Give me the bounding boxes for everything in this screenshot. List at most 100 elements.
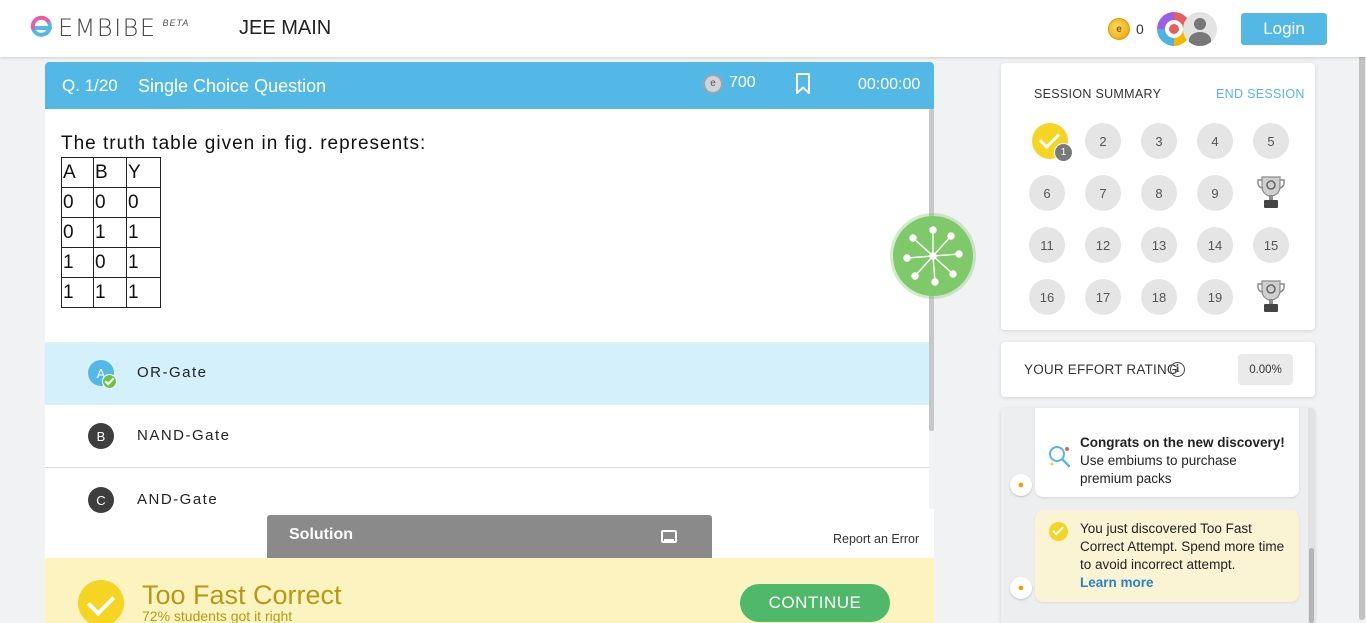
- discovery-message: Congrats on the new discovery! Use embiu…: [1035, 408, 1299, 497]
- avatar[interactable]: [1157, 12, 1217, 46]
- table-cell: 1: [61, 277, 94, 308]
- truth-table: A B Y 0 0 0 0 1 1 1 0 1 1 1 1: [61, 157, 161, 308]
- bulb-icon: ●: [1010, 577, 1032, 599]
- question-points: 700: [729, 74, 756, 91]
- table-cell: 1: [126, 247, 161, 278]
- embibe-logo-icon: [30, 15, 52, 37]
- question-node[interactable]: 2: [1085, 123, 1121, 159]
- table-cell: 1: [93, 217, 127, 248]
- table-row: 0 1 1: [61, 217, 161, 248]
- solution-tab[interactable]: Solution: [267, 515, 712, 558]
- report-error-link[interactable]: Report an Error: [833, 532, 919, 546]
- brand-name: EMBIBE: [58, 14, 157, 42]
- question-node[interactable]: 18: [1141, 279, 1177, 315]
- table-cell: 0: [61, 217, 94, 248]
- question-node[interactable]: 14: [1197, 227, 1233, 263]
- table-cell: 0: [93, 187, 127, 218]
- result-title: Too Fast Correct: [142, 580, 342, 610]
- question-node[interactable]: 12: [1085, 227, 1121, 263]
- question-node[interactable]: 13: [1141, 227, 1177, 263]
- result-subtitle: 72% students got it right: [142, 608, 293, 623]
- question-text: The truth table given in fig. represents…: [61, 133, 427, 154]
- table-cell: 1: [61, 247, 94, 278]
- question-node[interactable]: 4: [1197, 123, 1233, 159]
- table-row: A B Y: [61, 157, 161, 188]
- option-a[interactable]: A OR-Gate: [45, 342, 929, 405]
- question-node[interactable]: 6: [1029, 175, 1065, 211]
- question-node[interactable]: 7: [1085, 175, 1121, 211]
- table-cell: 1: [126, 277, 161, 308]
- question-header-bar: Q. 1/20 Single Choice Question e 700 00:…: [45, 62, 934, 109]
- fast-attempt-text: You just discovered Too Fast Correct Att…: [1080, 521, 1285, 572]
- exam-title: JEE MAIN: [239, 17, 332, 39]
- option-label: AND-Gate: [137, 491, 219, 508]
- option-b[interactable]: B NAND-Gate: [45, 405, 929, 468]
- table-cell: 1: [93, 277, 127, 308]
- trophy-icon: [1257, 176, 1285, 208]
- question-node[interactable]: 11: [1029, 227, 1065, 263]
- beta-badge: BETA: [162, 18, 190, 28]
- question-node[interactable]: 3: [1141, 123, 1177, 159]
- learn-more-link[interactable]: Learn more: [1080, 574, 1287, 592]
- table-cell: A: [61, 157, 94, 188]
- question-node[interactable]: 17: [1085, 279, 1121, 315]
- table-row: 1 0 1: [61, 247, 161, 278]
- question-number: Q. 1/20: [62, 76, 118, 95]
- bulb-icon: ●: [1010, 474, 1032, 496]
- question-card: Q. 1/20 Single Choice Question e 700 00:…: [45, 62, 934, 623]
- session-summary-title: SESSION SUMMARY: [1034, 87, 1162, 101]
- coin-count: 0: [1136, 21, 1144, 37]
- option-letter: C: [88, 487, 114, 513]
- effort-rating-card: YOUR EFFORT RATING i 0.00%: [1001, 342, 1315, 397]
- fast-attempt-message: You just discovered Too Fast Correct Att…: [1035, 510, 1299, 602]
- question-node[interactable]: 15: [1253, 227, 1289, 263]
- question-node[interactable]: 8: [1141, 175, 1177, 211]
- end-session-link[interactable]: END SESSION: [1216, 87, 1305, 101]
- login-button[interactable]: Login: [1241, 13, 1327, 45]
- user-avatar-icon: [1183, 12, 1217, 46]
- discovery-feed: Congrats on the new discovery! Use embiu…: [1001, 408, 1315, 623]
- question-node[interactable]: 9: [1197, 175, 1233, 211]
- expand-window-icon[interactable]: [661, 530, 677, 543]
- question-timer: 00:00:00: [858, 76, 921, 93]
- trophy-icon: [1257, 280, 1285, 312]
- check-icon: [1049, 522, 1068, 541]
- result-banner: Too Fast Correct 72% students got it rig…: [45, 558, 934, 623]
- question-node[interactable]: 19: [1197, 279, 1233, 315]
- table-row: 0 0 0: [61, 187, 161, 218]
- discovery-burst-icon[interactable]: [893, 216, 973, 296]
- discovery-text: Use embiums to purchase premium packs: [1080, 453, 1237, 486]
- points-coin-icon: e: [703, 74, 723, 94]
- fast-check-icon: [78, 580, 124, 623]
- correct-check-icon: [102, 374, 117, 389]
- question-type: Single Choice Question: [138, 76, 327, 96]
- question-scrollbar[interactable]: [929, 109, 934, 509]
- question-node-1[interactable]: 1: [1032, 123, 1073, 162]
- discovery-title: Congrats on the new discovery!: [1080, 435, 1285, 450]
- magnifier-icon: [1049, 446, 1071, 468]
- embium-coin-icon: e: [1108, 18, 1130, 40]
- session-summary-card: SESSION SUMMARY END SESSION 1 2 3 4 5 6 …: [1001, 63, 1315, 330]
- option-label: NAND-Gate: [137, 427, 231, 444]
- table-cell: B: [93, 157, 127, 188]
- option-label: OR-Gate: [137, 364, 208, 381]
- page-scrollbar[interactable]: [1358, 20, 1366, 623]
- info-icon[interactable]: i: [1170, 362, 1185, 377]
- table-cell: Y: [126, 157, 161, 188]
- table-row: 1 1 1: [61, 277, 161, 308]
- attempt-badge: 1: [1054, 143, 1073, 162]
- feed-scrollbar[interactable]: [1308, 408, 1315, 623]
- table-cell: 0: [126, 187, 161, 218]
- top-header: EMBIBE BETA JEE MAIN e 0 Login: [0, 0, 1366, 57]
- table-cell: 0: [93, 247, 127, 278]
- effort-rating-value: 0.00%: [1238, 354, 1293, 385]
- question-node[interactable]: 16: [1029, 279, 1065, 315]
- question-node[interactable]: 5: [1253, 123, 1289, 159]
- embibe-logo[interactable]: EMBIBE BETA: [28, 14, 189, 42]
- bookmark-icon[interactable]: [795, 73, 811, 95]
- table-cell: 0: [61, 187, 94, 218]
- table-cell: 1: [126, 217, 161, 248]
- option-letter: B: [88, 423, 114, 449]
- solution-label: Solution: [289, 526, 353, 543]
- continue-button[interactable]: CONTINUE: [740, 584, 890, 622]
